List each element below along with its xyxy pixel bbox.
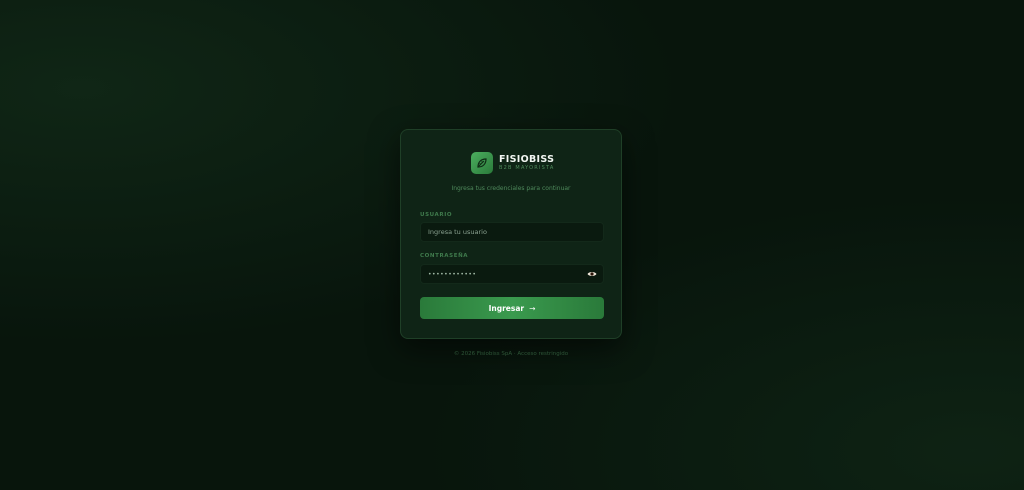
brand-text: FISIOBISS B2B MAYORISTA xyxy=(499,154,555,172)
submit-button[interactable]: Ingresar → xyxy=(420,297,604,319)
login-card: FISIOBISS B2B MAYORISTA Ingresa tus cred… xyxy=(400,129,622,339)
brand: FISIOBISS B2B MAYORISTA xyxy=(471,152,555,174)
arrow-right-icon: → xyxy=(529,303,536,313)
username-input[interactable] xyxy=(420,222,604,242)
eye-icon[interactable] xyxy=(587,270,597,278)
brand-name: FISIOBISS xyxy=(499,154,555,165)
password-label: CONTRASEÑA xyxy=(420,253,469,259)
username-label: USUARIO xyxy=(420,212,453,218)
footer-text: © 2026 Fisiobiss SpA · Acceso restringid… xyxy=(453,351,569,357)
brand-tagline: B2B MAYORISTA xyxy=(499,165,555,171)
submit-label: Ingresar xyxy=(488,303,525,313)
login-subtitle: Ingresa tus credenciales para continuar xyxy=(451,185,571,192)
password-input[interactable] xyxy=(420,264,604,284)
leaf-icon xyxy=(471,152,493,174)
